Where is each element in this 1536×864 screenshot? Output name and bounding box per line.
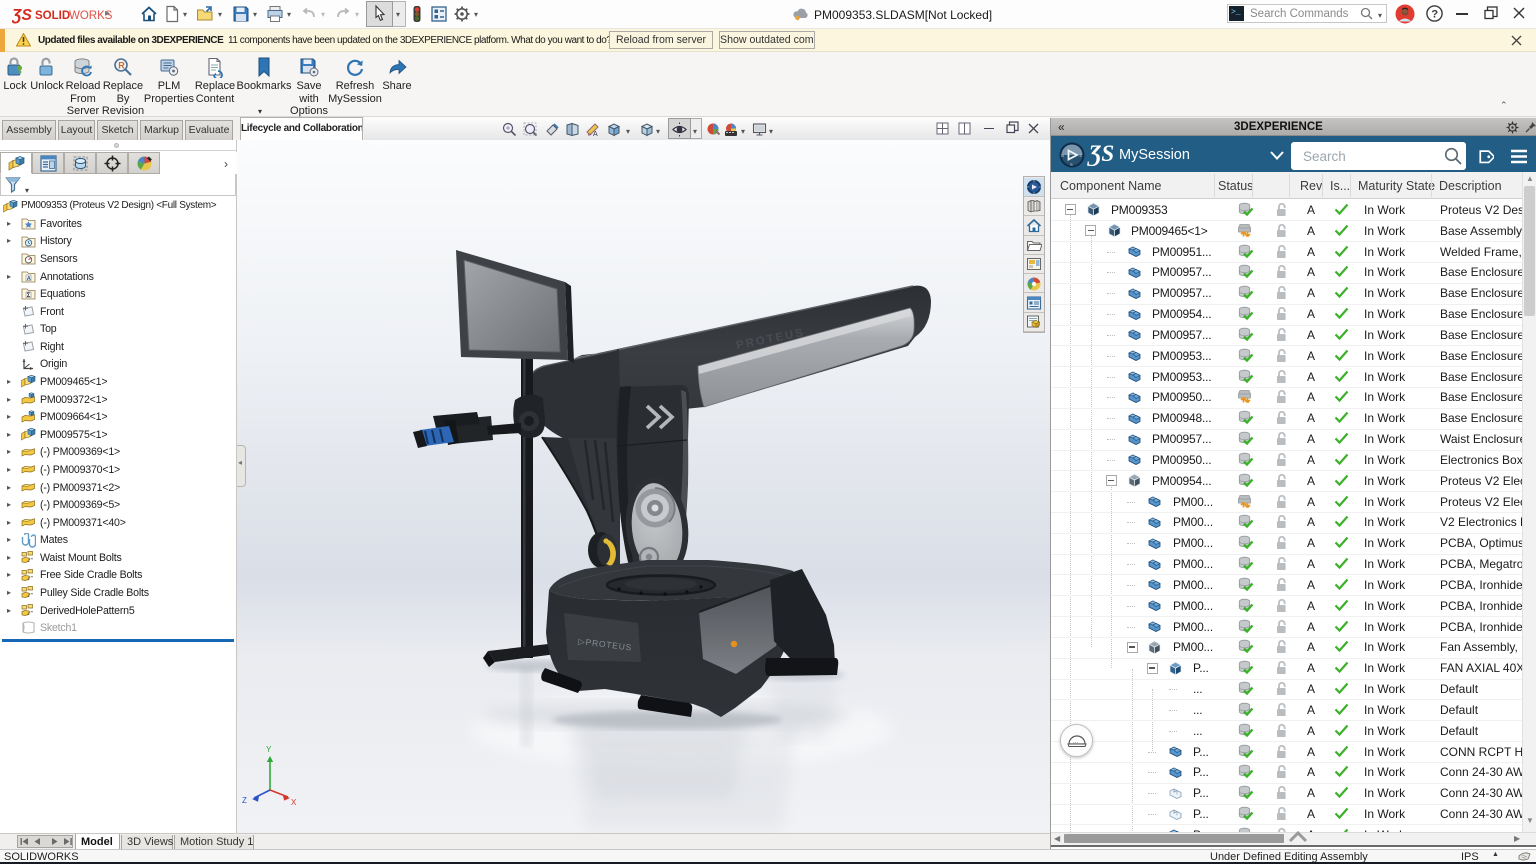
svg-text:...: ... [1073,739,1078,745]
svg-text:E: E [1080,153,1083,158]
svg-text:Y: Y [266,745,272,754]
svg-text:SOLID: SOLID [35,10,70,22]
svg-text:R: R [118,61,125,71]
svg-text:N: N [1061,153,1064,158]
svg-text:Z: Z [242,796,247,805]
svg-text:S: S [1070,162,1073,167]
svg-text:ƷS: ƷS [12,7,32,24]
svg-text:A: A [593,131,598,137]
svg-text:A: A [27,276,31,282]
svg-text:X: X [291,798,297,807]
svg-text:?: ? [1431,8,1438,20]
svg-text:Σ: Σ [27,293,31,299]
